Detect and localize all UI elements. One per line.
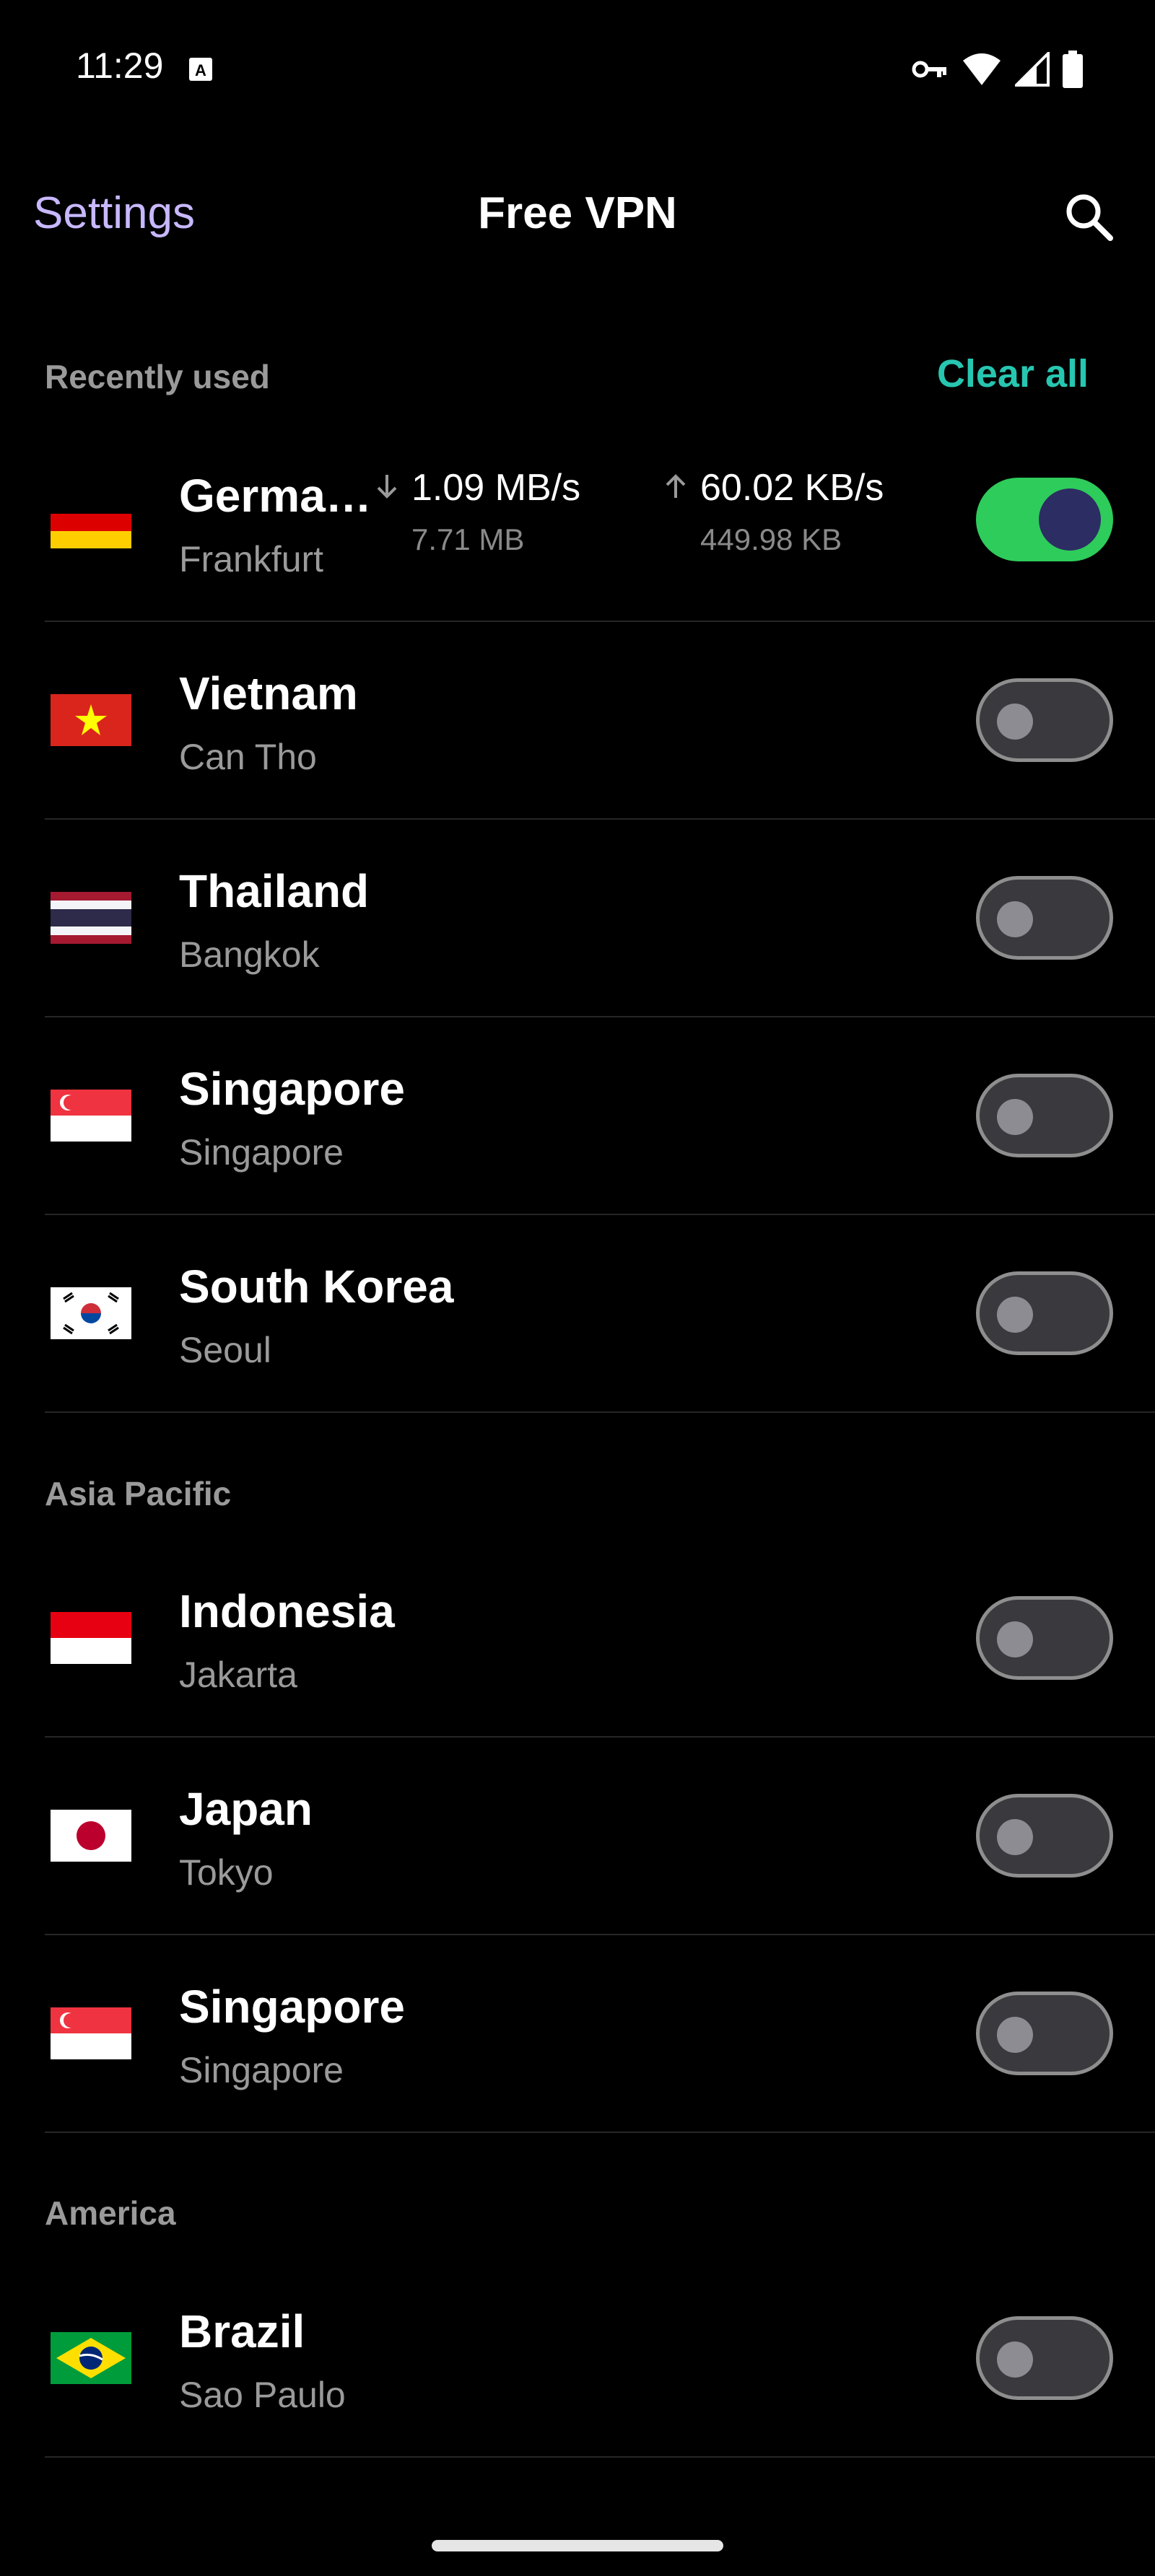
connect-toggle[interactable] bbox=[976, 876, 1113, 960]
section-header-recently-used: Recently used bbox=[45, 358, 270, 395]
server-city: Frankfurt bbox=[179, 539, 324, 579]
page-title: Free VPN bbox=[478, 188, 677, 238]
toggle-knob bbox=[997, 1819, 1033, 1855]
server-city: Singapore bbox=[179, 1132, 344, 1173]
connect-toggle[interactable] bbox=[976, 1992, 1113, 2075]
upload-total: 449.98 KB bbox=[700, 522, 842, 556]
server-country: Singapore bbox=[179, 1981, 405, 2033]
toggle-knob bbox=[997, 704, 1033, 740]
server-row-indonesia[interactable]: Indonesia Jakarta bbox=[45, 1540, 1155, 1738]
server-row-singapore[interactable]: Singapore Singapore bbox=[45, 1935, 1155, 2133]
server-city: Seoul bbox=[179, 1330, 271, 1370]
server-row-thailand[interactable]: Thailand Bangkok bbox=[45, 820, 1155, 1017]
japan-flag-icon bbox=[51, 1810, 131, 1862]
server-country: United States bbox=[179, 2502, 474, 2508]
server-row-brazil[interactable]: Brazil Sao Paulo bbox=[45, 2260, 1155, 2458]
server-country: Japan bbox=[179, 1783, 313, 1835]
section-header-america: America bbox=[45, 2194, 176, 2232]
server-country: Vietnam bbox=[179, 667, 358, 719]
toggle-knob bbox=[997, 901, 1033, 937]
server-row-singapore[interactable]: Singapore Singapore bbox=[45, 1017, 1155, 1215]
notification-a-icon: A bbox=[189, 58, 212, 81]
singapore-flag-icon bbox=[51, 2007, 131, 2059]
arrow-down-icon bbox=[377, 475, 397, 499]
server-country: Brazil bbox=[179, 2305, 305, 2357]
server-city: Singapore bbox=[179, 2050, 344, 2090]
germany-flag-icon bbox=[51, 496, 131, 548]
server-city: Tokyo bbox=[179, 1852, 274, 1893]
connect-toggle[interactable] bbox=[976, 1596, 1113, 1680]
status-bar: 11:29 A bbox=[0, 0, 1155, 137]
section-header-asia-pacific: Asia Pacific bbox=[45, 1475, 232, 1512]
download-total: 7.71 MB bbox=[411, 522, 525, 556]
brazil-flag-icon bbox=[51, 2332, 131, 2384]
server-city: Sao Paulo bbox=[179, 2375, 346, 2415]
toggle-knob bbox=[997, 2341, 1033, 2378]
connect-toggle[interactable] bbox=[976, 2316, 1113, 2400]
server-row-germany[interactable]: Germa… Frankfurt 1.09 MB/s 7.71 MB 60.02… bbox=[45, 424, 1155, 622]
signal-icon bbox=[1015, 52, 1050, 87]
indonesia-flag-icon bbox=[51, 1612, 131, 1664]
status-time: 11:29 bbox=[76, 45, 164, 86]
server-country: Thailand bbox=[179, 865, 370, 917]
svg-text:A: A bbox=[195, 61, 206, 79]
vpn-key-icon bbox=[912, 61, 946, 78]
status-icons bbox=[911, 51, 1083, 88]
toggle-knob bbox=[997, 1297, 1033, 1333]
toggle-knob bbox=[997, 1099, 1033, 1135]
thailand-flag-icon bbox=[51, 892, 131, 944]
server-country: South Korea bbox=[179, 1261, 454, 1313]
connect-toggle[interactable] bbox=[976, 1074, 1113, 1157]
upload-rate: 60.02 KB/s bbox=[700, 467, 884, 509]
battery-icon bbox=[1063, 51, 1083, 88]
arrow-up-icon bbox=[666, 474, 686, 498]
connect-toggle[interactable] bbox=[976, 478, 1113, 561]
wifi-icon bbox=[963, 53, 1001, 85]
server-row-south-korea[interactable]: South Korea Seoul bbox=[45, 1215, 1155, 1413]
vietnam-flag-icon bbox=[51, 694, 131, 746]
top-app-bar: Settings Free VPN bbox=[0, 166, 1155, 267]
server-city: Can Tho bbox=[179, 737, 317, 777]
clear-all-button[interactable]: Clear all bbox=[937, 351, 1089, 396]
server-row-vietnam[interactable]: Vietnam Can Tho bbox=[45, 622, 1155, 820]
south-korea-flag-icon bbox=[51, 1287, 131, 1339]
toggle-knob bbox=[1039, 489, 1101, 551]
connect-toggle[interactable] bbox=[976, 1271, 1113, 1355]
search-icon[interactable] bbox=[1060, 188, 1117, 245]
server-city: Bangkok bbox=[179, 934, 320, 975]
toggle-knob bbox=[997, 2017, 1033, 2053]
server-country: Germa… bbox=[179, 470, 372, 522]
home-indicator[interactable] bbox=[432, 2540, 723, 2551]
toggle-knob bbox=[997, 1621, 1033, 1657]
server-city: Jakarta bbox=[179, 1655, 297, 1695]
server-country: Indonesia bbox=[179, 1585, 395, 1637]
server-row-united-states[interactable]: United States bbox=[45, 2458, 1155, 2508]
server-row-japan[interactable]: Japan Tokyo bbox=[45, 1738, 1155, 1935]
server-country: Singapore bbox=[179, 1063, 405, 1115]
connect-toggle[interactable] bbox=[976, 678, 1113, 762]
download-rate: 1.09 MB/s bbox=[411, 467, 581, 509]
connect-toggle[interactable] bbox=[976, 1794, 1113, 1878]
singapore-flag-icon bbox=[51, 1090, 131, 1142]
